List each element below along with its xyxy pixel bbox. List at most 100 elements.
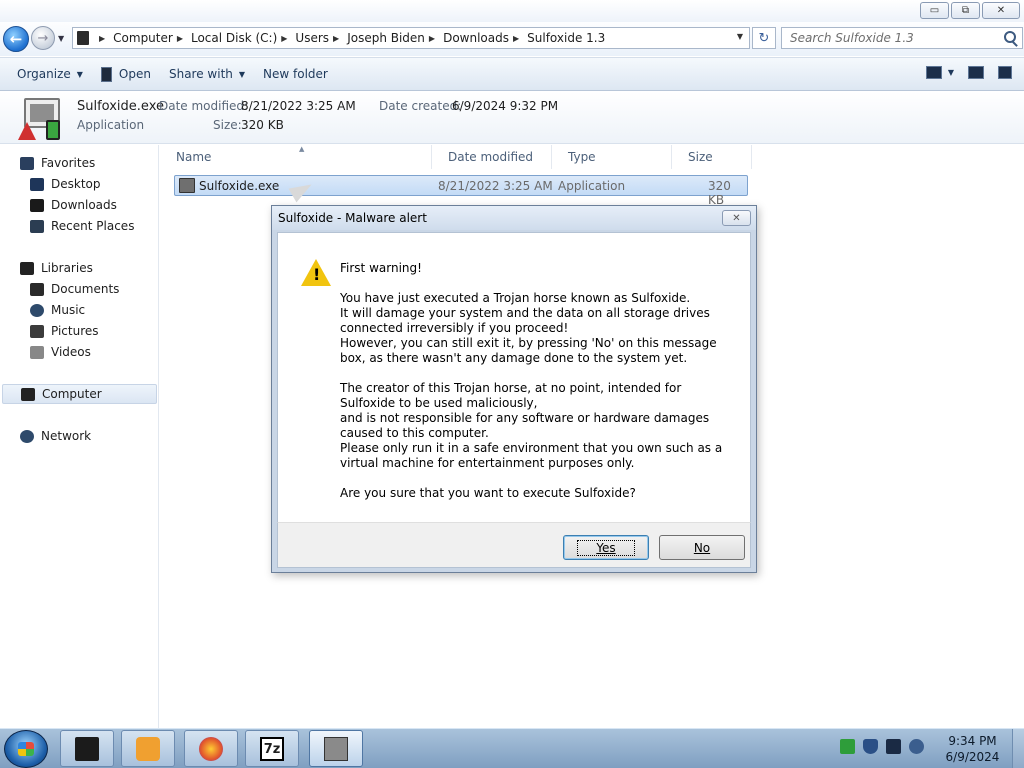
open-icon xyxy=(100,66,112,82)
message-paragraph: First warning! xyxy=(340,261,422,275)
nav-videos[interactable]: Videos xyxy=(30,342,91,362)
search-icon[interactable] xyxy=(1004,31,1016,43)
help-icon[interactable] xyxy=(998,66,1012,79)
details-filename: Sulfoxide.exe xyxy=(77,99,164,114)
preview-pane-icon[interactable] xyxy=(968,66,984,79)
desktop-icon xyxy=(30,177,44,191)
message-paragraph: Are you sure that you want to execute Su… xyxy=(340,486,636,500)
nav-downloads[interactable]: Downloads xyxy=(30,195,117,215)
taskbar-explorer[interactable] xyxy=(60,730,114,767)
date-created-value: 6/9/2024 9:32 PM xyxy=(452,99,559,113)
caption-buttons: ▭ ⧉ ✕ xyxy=(920,2,1020,19)
address-row: ← → ▼ ▶ Computer ▶ Local Disk (C:) ▶ Users … xyxy=(0,22,1024,56)
clock-time: 9:34 PM xyxy=(948,734,997,748)
minimize-button[interactable]: ▭ xyxy=(920,2,949,19)
message-paragraph: You have just executed a Trojan horse kn… xyxy=(340,291,717,365)
new-folder-button[interactable]: New folder xyxy=(254,58,337,90)
view-dropdown-icon[interactable]: ▼ xyxy=(948,68,954,77)
date-created-label: Date created: xyxy=(379,99,462,113)
navigation-pane: Favorites Desktop Downloads Recent Place… xyxy=(0,145,159,728)
dialog-close-button[interactable]: ✕ xyxy=(722,210,751,226)
nav-network[interactable]: Network xyxy=(20,426,91,446)
firefox-icon xyxy=(199,737,223,761)
nav-desktop[interactable]: Desktop xyxy=(30,174,101,194)
taskbar: 7z 9:34 PM 6/9/2024 xyxy=(0,728,1024,768)
open-button[interactable]: Open xyxy=(92,58,160,90)
7zip-icon: 7z xyxy=(260,737,284,761)
file-name: Sulfoxide.exe xyxy=(199,179,280,193)
explorer-icon xyxy=(75,737,99,761)
nav-recent-places[interactable]: Recent Places xyxy=(30,216,134,236)
nav-music[interactable]: Music xyxy=(30,300,85,320)
date-modified-label: Date modified: xyxy=(159,99,249,113)
breadcrumb-user[interactable]: ▶ Joseph Biden xyxy=(329,31,425,45)
nav-computer[interactable]: Computer xyxy=(2,384,157,404)
file-date-modified: 8/21/2022 3:25 AM xyxy=(438,179,553,193)
recent-pages-dropdown[interactable]: ▼ xyxy=(58,34,68,43)
column-header-size[interactable]: Size xyxy=(672,145,752,169)
warning-exclamation: ! xyxy=(313,265,321,284)
column-header-name[interactable]: Name xyxy=(160,145,432,169)
breadcrumb-sulfoxide[interactable]: ▶ Sulfoxide 1.3 xyxy=(509,31,605,45)
music-icon xyxy=(30,303,44,317)
details-pane: Sulfoxide.exe Application Date modified:… xyxy=(0,92,1024,144)
downloads-icon xyxy=(30,198,44,212)
maximize-button[interactable]: ⧉ xyxy=(951,2,980,19)
dialog-message: First warning! You have just executed a … xyxy=(340,261,740,516)
breadcrumb-local-disk[interactable]: ▶ Local Disk (C:) xyxy=(173,31,277,45)
application-icon xyxy=(16,98,64,142)
volume-icon[interactable] xyxy=(909,739,924,754)
nav-pictures[interactable]: Pictures xyxy=(30,321,99,341)
close-button[interactable]: ✕ xyxy=(982,2,1020,19)
breadcrumb-users[interactable]: ▶ Users xyxy=(277,31,329,45)
address-bar[interactable]: ▶ Computer ▶ Local Disk (C:) ▶ Users ▶ Josep… xyxy=(72,27,750,49)
yes-button[interactable]: Yes xyxy=(563,535,649,560)
shield-icon[interactable] xyxy=(863,739,878,754)
table-row[interactable]: Sulfoxide.exe 8/21/2022 3:25 AM Applicat… xyxy=(174,175,748,207)
nav-libraries[interactable]: Libraries xyxy=(20,258,93,278)
share-with-button[interactable]: Share with ▼ xyxy=(160,58,254,90)
taskbar-clock[interactable]: 9:34 PM 6/9/2024 xyxy=(940,733,1005,765)
taskbar-sulfoxide[interactable] xyxy=(309,730,363,767)
start-button[interactable] xyxy=(4,730,48,768)
column-header-type[interactable]: Type xyxy=(552,145,672,169)
back-button[interactable]: ← xyxy=(3,26,29,52)
breadcrumb-computer[interactable]: ▶ Computer xyxy=(95,31,173,45)
details-filetype: Application xyxy=(77,118,145,132)
dialog-title: Sulfoxide - Malware alert xyxy=(278,211,427,225)
forward-button[interactable]: → xyxy=(31,26,55,50)
application-icon xyxy=(179,178,195,193)
file-size: 320 KB xyxy=(708,179,731,207)
address-dropdown-icon[interactable]: ▼ xyxy=(737,32,743,41)
taskbar-media-player[interactable] xyxy=(121,730,175,767)
media-player-icon xyxy=(136,737,160,761)
taskbar-7zip[interactable]: 7z xyxy=(245,730,299,767)
window-titlebar: ▭ ⧉ ✕ xyxy=(0,0,1024,22)
nav-favorites[interactable]: Favorites xyxy=(20,153,95,173)
show-desktop-button[interactable] xyxy=(1012,729,1024,768)
dialog-body: ! First warning! You have just executed … xyxy=(277,232,751,522)
message-paragraph: The creator of this Trojan horse, at no … xyxy=(340,381,723,470)
file-type: Application xyxy=(558,179,626,193)
breadcrumb-downloads[interactable]: ▶ Downloads xyxy=(425,31,509,45)
refresh-button[interactable]: ↻ xyxy=(752,27,776,49)
size-label: Size: xyxy=(213,118,242,132)
change-view-icon[interactable] xyxy=(925,66,942,79)
dialog-button-bar: Yes No xyxy=(277,522,751,568)
no-button[interactable]: No xyxy=(659,535,745,560)
system-tray xyxy=(840,739,924,754)
column-header-date-modified[interactable]: Date modified xyxy=(432,145,552,169)
libraries-icon xyxy=(20,261,34,275)
network-icon xyxy=(20,429,34,443)
size-value: 320 KB xyxy=(241,118,284,132)
nav-documents[interactable]: Documents xyxy=(30,279,119,299)
network-tray-icon[interactable] xyxy=(886,739,901,754)
action-center-icon[interactable] xyxy=(840,739,855,754)
search-input[interactable]: Search Sulfoxide 1.3 xyxy=(781,27,1023,49)
clock-date: 6/9/2024 xyxy=(945,750,1000,764)
organize-button[interactable]: Organize ▼ xyxy=(8,58,92,90)
date-modified-value: 8/21/2022 3:25 AM xyxy=(241,99,356,113)
folder-icon xyxy=(77,31,89,45)
taskbar-firefox[interactable] xyxy=(184,730,238,767)
videos-icon xyxy=(30,345,44,359)
